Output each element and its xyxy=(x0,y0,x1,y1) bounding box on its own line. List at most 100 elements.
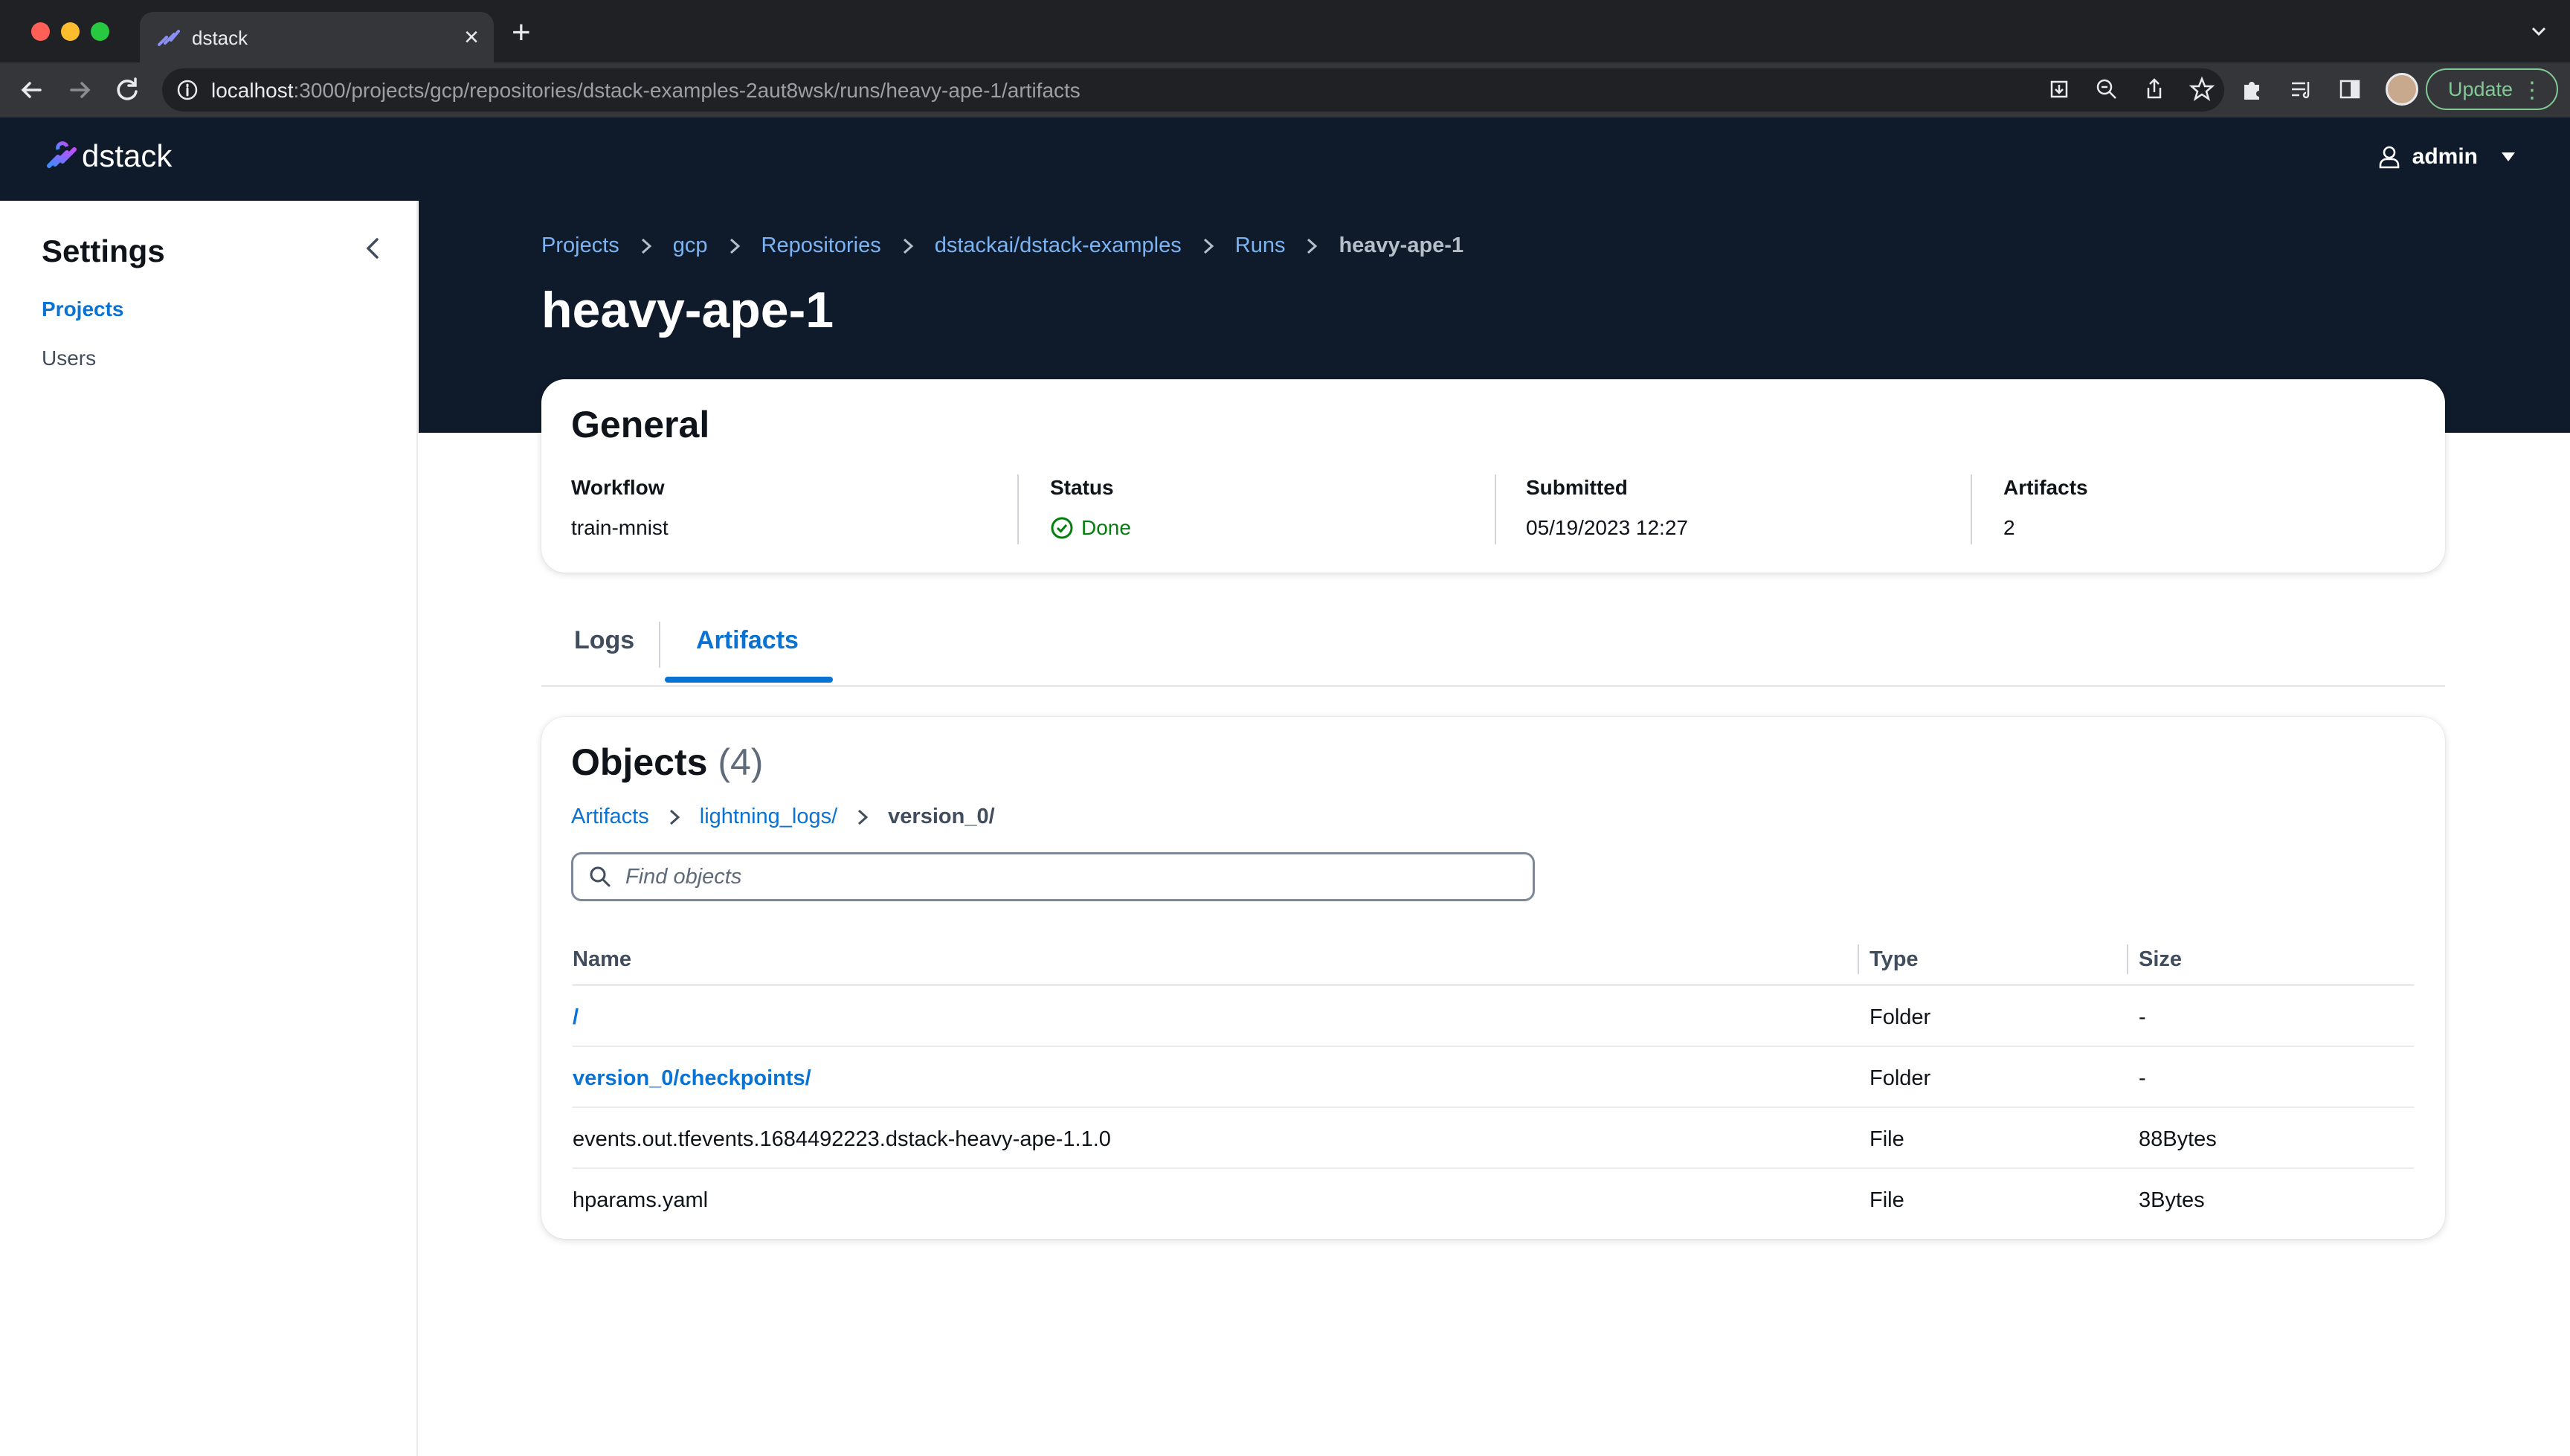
install-app-icon[interactable] xyxy=(2046,76,2073,103)
forward-arrow-icon[interactable] xyxy=(62,73,97,107)
path-lightning-logs[interactable]: lightning_logs/ xyxy=(700,805,837,829)
collapse-sidebar-icon[interactable] xyxy=(358,233,388,263)
username: admin xyxy=(2412,144,2478,169)
workflow-field: Workflow train-mnist xyxy=(571,476,669,550)
object-size: 3Bytes xyxy=(2139,1188,2205,1212)
address-bar-actions xyxy=(2046,76,2215,104)
objects-table: Name Type Size / Folder - version_0/chec… xyxy=(573,932,2414,1230)
submitted-value: 05/19/2023 12:27 xyxy=(1526,516,1688,539)
objects-card: Objects (4) Artifacts lightning_logs/ ve… xyxy=(541,717,2445,1239)
site-info-icon[interactable] xyxy=(175,78,199,102)
browser-tab[interactable]: dstack × xyxy=(140,12,494,62)
breadcrumb-projects[interactable]: Projects xyxy=(541,233,619,258)
workflow-label: Workflow xyxy=(571,476,665,499)
chevron-right-icon xyxy=(1203,238,1214,254)
artifacts-field: Artifacts 2 xyxy=(2003,476,2088,550)
find-objects-field[interactable] xyxy=(571,852,1535,901)
breadcrumb-runs[interactable]: Runs xyxy=(1235,233,1286,258)
url-host: localhost xyxy=(211,79,294,102)
share-icon[interactable] xyxy=(2141,76,2168,103)
reload-icon[interactable] xyxy=(110,73,144,107)
url-path: :3000/projects/gcp/repositories/dstack-e… xyxy=(293,79,1081,102)
tab-title: dstack xyxy=(192,27,248,49)
status-field: Status Done xyxy=(1050,476,1131,550)
table-row: / Folder - xyxy=(573,986,2414,1047)
minimize-window-button[interactable] xyxy=(61,22,80,41)
column-divider xyxy=(1495,474,1496,544)
tab-logs[interactable]: Logs xyxy=(574,626,634,655)
table-row: events.out.tfevents.1684492223.dstack-he… xyxy=(573,1108,2414,1169)
tab-artifacts[interactable]: Artifacts xyxy=(696,626,799,655)
check-circle-icon xyxy=(1051,517,1073,539)
column-header-type[interactable]: Type xyxy=(1869,947,1919,972)
objects-heading: Objects (4) xyxy=(571,741,763,784)
objects-title: Objects xyxy=(571,741,708,783)
sidebar: Settings Projects Users xyxy=(0,201,418,1456)
column-resizer[interactable] xyxy=(2127,944,2128,974)
artifacts-value: 2 xyxy=(2003,516,2015,539)
reading-list-icon[interactable] xyxy=(2287,76,2314,103)
tab-search-chevron-icon[interactable] xyxy=(2528,21,2549,42)
search-icon xyxy=(590,866,611,887)
maximize-window-button[interactable] xyxy=(91,22,109,41)
status-label: Status xyxy=(1050,476,1114,499)
dstack-logo[interactable]: dstack xyxy=(45,138,172,174)
object-size: 88Bytes xyxy=(2139,1127,2217,1151)
chevron-right-icon xyxy=(858,809,869,825)
object-size: - xyxy=(2139,1066,2146,1090)
breadcrumb: Projects gcp Repositories dstackai/dstac… xyxy=(541,233,1463,258)
column-resizer[interactable] xyxy=(1858,944,1859,974)
artifacts-label: Artifacts xyxy=(2003,476,2088,499)
app-header: dstack admin xyxy=(0,117,2570,201)
url-text: localhost:3000/projects/gcp/repositories… xyxy=(211,79,1081,103)
zoom-icon[interactable] xyxy=(2093,76,2120,103)
brand-name: dstack xyxy=(82,138,173,173)
chevron-right-icon xyxy=(903,238,913,254)
objects-count: (4) xyxy=(718,741,764,783)
new-tab-icon[interactable]: + xyxy=(512,16,531,49)
run-tabs: Logs Artifacts xyxy=(541,611,2445,687)
general-heading: General xyxy=(571,404,710,445)
object-name-link[interactable]: version_0/checkpoints/ xyxy=(573,1066,811,1091)
path-current: version_0/ xyxy=(888,805,995,828)
bookmark-star-icon[interactable] xyxy=(2189,76,2215,103)
object-name: hparams.yaml xyxy=(573,1188,709,1212)
page-title: heavy-ape-1 xyxy=(541,282,834,338)
find-objects-input[interactable] xyxy=(625,860,1518,893)
column-header-name[interactable]: Name xyxy=(573,947,631,972)
path-artifacts[interactable]: Artifacts xyxy=(571,805,649,829)
caret-down-icon xyxy=(2502,152,2515,161)
sidebar-item-projects[interactable]: Projects xyxy=(42,297,124,321)
profile-avatar[interactable] xyxy=(2386,73,2418,106)
chevron-right-icon xyxy=(669,809,680,825)
user-menu[interactable]: admin xyxy=(2377,144,2521,170)
back-arrow-icon[interactable] xyxy=(15,73,49,107)
object-type: File xyxy=(1869,1127,1904,1151)
extension-area xyxy=(2238,73,2418,106)
extensions-puzzle-icon[interactable] xyxy=(2238,76,2265,103)
column-divider xyxy=(1971,474,1972,544)
update-button[interactable]: Update ⋮ xyxy=(2426,68,2558,110)
browser-tabstrip: dstack × + xyxy=(0,0,2570,62)
object-name: events.out.tfevents.1684492223.dstack-he… xyxy=(573,1127,1111,1151)
dstack-favicon-icon xyxy=(158,30,180,46)
dstack-logo-icon xyxy=(47,141,77,168)
breadcrumb-gcp[interactable]: gcp xyxy=(673,233,708,258)
status-value: Done xyxy=(1081,516,1131,539)
tab-close-icon[interactable]: × xyxy=(464,22,479,52)
object-name-link[interactable]: / xyxy=(573,1005,579,1030)
breadcrumb-current-run: heavy-ape-1 xyxy=(1339,233,1464,257)
address-bar[interactable]: localhost:3000/projects/gcp/repositories… xyxy=(162,68,2224,112)
side-panel-icon[interactable] xyxy=(2336,76,2363,103)
active-tab-indicator xyxy=(665,677,833,683)
breadcrumb-repositories[interactable]: Repositories xyxy=(761,233,881,258)
column-header-size[interactable]: Size xyxy=(2139,947,2182,972)
more-menu-icon[interactable]: ⋮ xyxy=(2521,77,2543,103)
table-header: Name Type Size xyxy=(573,932,2414,986)
close-window-button[interactable] xyxy=(31,22,50,41)
object-size: - xyxy=(2139,1005,2146,1029)
object-type: Folder xyxy=(1869,1066,1931,1090)
breadcrumb-repository[interactable]: dstackai/dstack-examples xyxy=(935,233,1182,258)
sidebar-item-users[interactable]: Users xyxy=(42,347,96,370)
chevron-right-icon xyxy=(1307,238,1318,254)
